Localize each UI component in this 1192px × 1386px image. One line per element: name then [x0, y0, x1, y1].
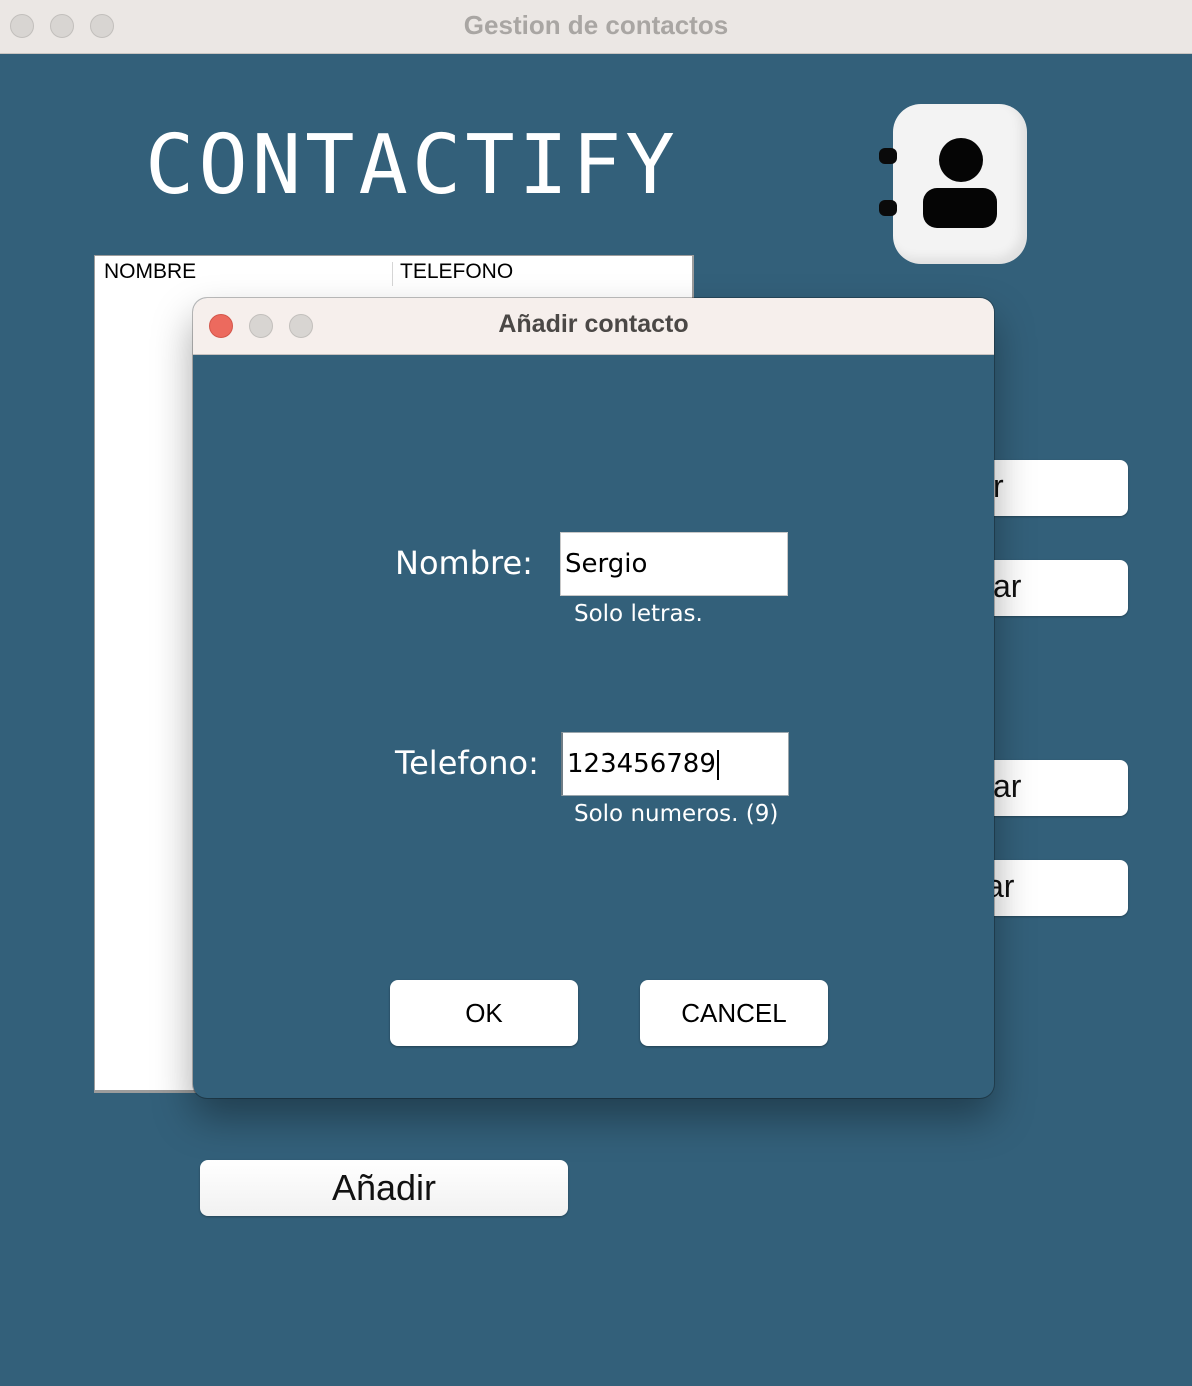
- nombre-hint: Solo letras.: [574, 601, 703, 627]
- nombre-label: Nombre:: [395, 544, 533, 582]
- dialog-title: Añadir contacto: [498, 310, 689, 338]
- telefono-label: Telefono:: [395, 744, 539, 782]
- main-window-titlebar: Gestion de contactos: [0, 0, 1192, 54]
- binder-ring: [879, 148, 897, 164]
- person-body: [923, 188, 997, 228]
- side-button-label: ar: [993, 568, 1022, 604]
- ok-button[interactable]: OK: [390, 980, 578, 1046]
- telefono-field[interactable]: 123456789: [561, 732, 789, 796]
- add-button[interactable]: Añadir: [200, 1160, 568, 1216]
- nombre-value: Sergio: [565, 549, 648, 579]
- text-caret: [716, 749, 719, 780]
- column-divider: [392, 262, 393, 286]
- dialog-titlebar: Añadir contacto: [193, 298, 994, 355]
- side-button-label: r: [993, 468, 1004, 504]
- telefono-hint: Solo numeros. (9): [574, 801, 779, 827]
- telefono-value: 123456789: [567, 749, 716, 779]
- column-header-nombre[interactable]: NOMBRE: [104, 260, 196, 284]
- binder-ring: [879, 200, 897, 216]
- add-contact-dialog: Añadir contacto Nombre: Sergio Solo letr…: [193, 298, 994, 1098]
- window-title: Gestion de contactos: [463, 10, 729, 40]
- person-head: [939, 138, 983, 182]
- cancel-button[interactable]: CANCEL: [640, 980, 828, 1046]
- column-header-telefono[interactable]: TELEFONO: [400, 260, 513, 284]
- app-title: CONTACTIFY: [145, 118, 679, 213]
- side-button-label: ar: [993, 768, 1022, 804]
- address-book-icon: [879, 104, 1027, 264]
- nombre-field[interactable]: Sergio: [560, 532, 788, 596]
